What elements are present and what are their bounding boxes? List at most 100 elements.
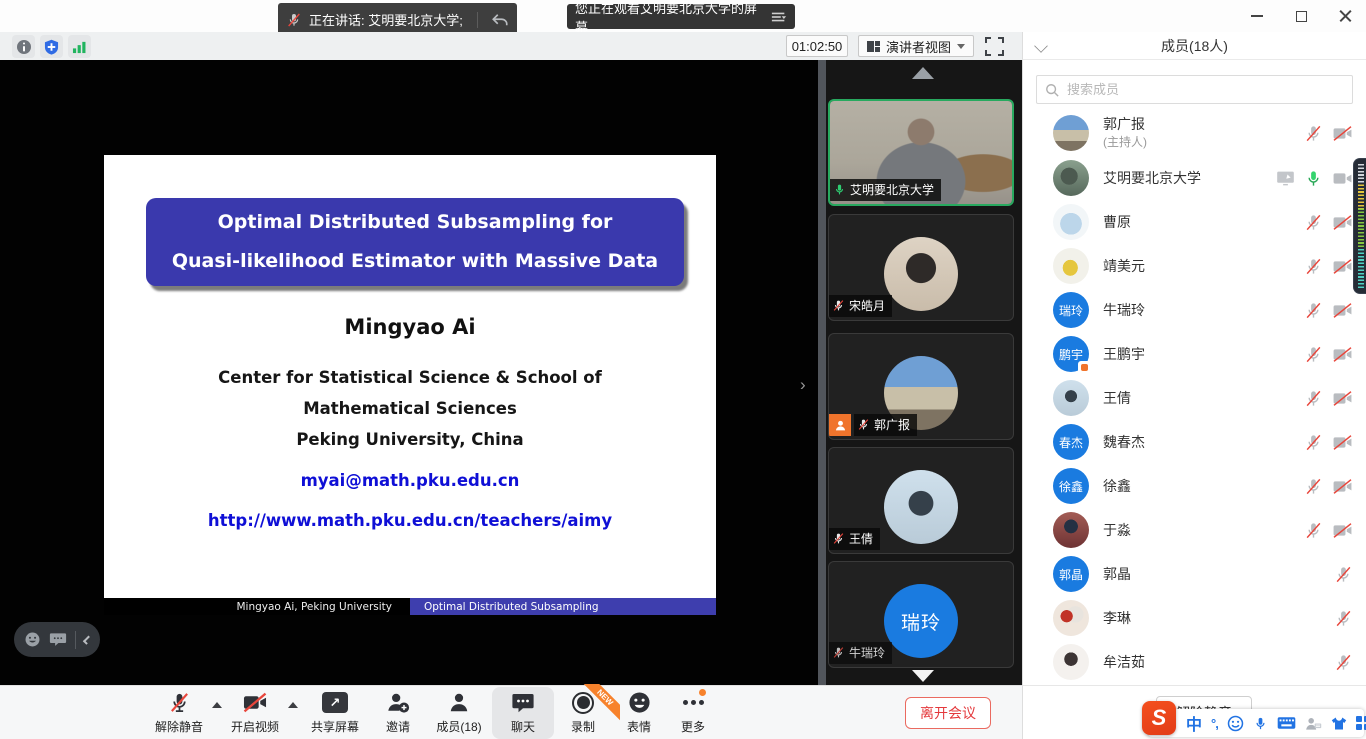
mic-muted-icon[interactable] (1334, 609, 1353, 628)
reply-arrow-icon[interactable] (491, 12, 509, 28)
window-controls (1242, 0, 1360, 32)
meeting-info-icon[interactable] (12, 35, 35, 58)
strip-expand-chevron-icon[interactable]: › (800, 375, 814, 395)
member-row[interactable]: 瑞玲 牛瑞玲 (1023, 288, 1366, 332)
tile-name-label: 王倩 (829, 528, 880, 550)
avatar (1053, 115, 1089, 151)
network-signal-icon[interactable] (68, 35, 91, 58)
video-strip: 艾明要北京大学 宋皓月 郭广报 (826, 60, 1022, 685)
member-role: (主持人) (1103, 135, 1147, 149)
minimize-button[interactable] (1242, 3, 1272, 29)
more-button[interactable]: 更多 (666, 687, 720, 739)
camera-off-icon[interactable] (1332, 302, 1353, 319)
sogou-logo-icon[interactable]: S (1142, 701, 1176, 735)
slide-email: myai@math.pku.edu.cn (104, 471, 716, 490)
start-video-button[interactable]: 开启视频 (224, 687, 286, 739)
chat-button[interactable]: 聊天 (492, 687, 554, 739)
mic-muted-icon[interactable] (1304, 213, 1323, 232)
toolbox-grid-icon[interactable] (1356, 716, 1366, 730)
member-name: 魏春杰 (1103, 434, 1145, 451)
collapse-chevron-icon[interactable] (83, 635, 92, 644)
panel-collapse-chevron-icon[interactable] (1034, 39, 1048, 53)
avatar (1053, 160, 1089, 196)
slide-affiliation-line3: Peking University, China (104, 430, 716, 449)
maximize-button[interactable] (1286, 3, 1316, 29)
scroll-up-icon[interactable] (912, 67, 934, 79)
lang-mode-icon[interactable]: 中 (1186, 711, 1202, 735)
notification-dot (699, 689, 706, 696)
account-icon[interactable] (1305, 716, 1322, 731)
avatar: 鹏宇 (1053, 336, 1089, 372)
chat-label: 聊天 (511, 718, 535, 735)
mic-muted-icon[interactable] (1304, 433, 1323, 452)
mic-options-chevron-icon[interactable] (212, 702, 222, 708)
avatar: 徐鑫 (1053, 468, 1089, 504)
strip-resize-handle[interactable] (818, 60, 826, 685)
camera-off-icon[interactable] (1332, 390, 1353, 407)
video-tile[interactable]: 瑞玲 牛瑞玲 (828, 561, 1014, 668)
reaction-smiley-icon[interactable] (24, 631, 41, 648)
close-button[interactable] (1330, 3, 1360, 29)
punctuation-mode-icon[interactable]: °, (1211, 716, 1218, 731)
member-row[interactable]: 王倩 (1023, 376, 1366, 420)
member-row[interactable]: 徐鑫 徐鑫 (1023, 464, 1366, 508)
mic-muted-icon[interactable] (1304, 521, 1323, 540)
slide-url: http://www.math.pku.edu.cn/teachers/aimy (104, 511, 716, 530)
camera-off-icon[interactable] (1332, 478, 1353, 495)
camera-off-icon[interactable] (1332, 214, 1353, 231)
mic-on-icon[interactable] (1304, 169, 1323, 188)
video-tile-speaker[interactable]: 艾明要北京大学 (828, 99, 1014, 206)
view-mode-button[interactable]: 演讲者视图 (858, 35, 974, 57)
mic-muted-icon[interactable] (1304, 124, 1323, 143)
member-row[interactable]: 鹏宇 王鹏宇 (1023, 332, 1366, 376)
scroll-down-icon[interactable] (912, 670, 934, 682)
mic-muted-icon[interactable] (1334, 565, 1353, 584)
slide-title-line1: Optimal Distributed Subsampling for (146, 203, 684, 242)
mic-muted-icon[interactable] (1304, 389, 1323, 408)
skin-icon[interactable] (1331, 716, 1347, 731)
member-row[interactable]: 牟洁茹 (1023, 640, 1366, 684)
camera-off-icon[interactable] (1332, 522, 1353, 539)
share-screen-button[interactable]: ↗ 共享屏幕 (300, 687, 370, 739)
fullscreen-icon[interactable] (985, 37, 1004, 56)
unmute-button[interactable]: 解除静音 (148, 687, 210, 739)
voice-input-icon[interactable] (1253, 715, 1268, 732)
camera-off-icon[interactable] (1332, 125, 1353, 142)
soft-keyboard-icon[interactable] (1277, 716, 1296, 730)
invite-button[interactable]: 邀请 (370, 687, 426, 739)
camera-off-icon[interactable] (1332, 258, 1353, 275)
member-row[interactable]: 靖美元 (1023, 244, 1366, 288)
emoji-picker-icon[interactable] (1227, 715, 1244, 732)
camera-off-icon[interactable] (1332, 346, 1353, 363)
share-options-icon[interactable] (771, 10, 787, 24)
security-shield-icon[interactable] (40, 35, 63, 58)
members-button[interactable]: 成员(18) (426, 687, 492, 739)
video-tile[interactable]: 王倩 (828, 447, 1014, 554)
mic-muted-icon[interactable] (1304, 257, 1323, 276)
quick-chat-icon[interactable] (49, 632, 67, 647)
record-button[interactable]: 录制 NEW (554, 687, 612, 739)
invite-person-icon (386, 691, 410, 715)
camera-off-icon[interactable] (1332, 434, 1353, 451)
slide-footer-author: Mingyao Ai, Peking University (104, 598, 410, 615)
mic-muted-icon[interactable] (1334, 653, 1353, 672)
search-input[interactable] (1065, 81, 1344, 98)
avatar (884, 237, 958, 311)
member-row[interactable]: 于淼 (1023, 508, 1366, 552)
video-tile[interactable]: 宋皓月 (828, 214, 1014, 321)
member-row[interactable]: 郭晶 郭晶 (1023, 552, 1366, 596)
mic-muted-icon[interactable] (1304, 477, 1323, 496)
leave-meeting-button[interactable]: 离开会议 (905, 697, 991, 729)
member-row[interactable]: 郭广报 (主持人) (1023, 110, 1366, 156)
mic-muted-icon[interactable] (1304, 345, 1323, 364)
camera-on-icon[interactable] (1332, 170, 1353, 187)
member-row[interactable]: 曹原 (1023, 200, 1366, 244)
members-panel-footer: 解除静音 S 中 °, (1022, 685, 1366, 739)
member-row[interactable]: 春杰 魏春杰 (1023, 420, 1366, 464)
member-row[interactable]: 艾明要北京大学 (1023, 156, 1366, 200)
emoji-button[interactable]: 表情 (612, 687, 666, 739)
mic-muted-icon[interactable] (1304, 301, 1323, 320)
video-options-chevron-icon[interactable] (288, 702, 298, 708)
video-tile-host[interactable]: 郭广报 (828, 333, 1014, 440)
member-row[interactable]: 李琳 (1023, 596, 1366, 640)
